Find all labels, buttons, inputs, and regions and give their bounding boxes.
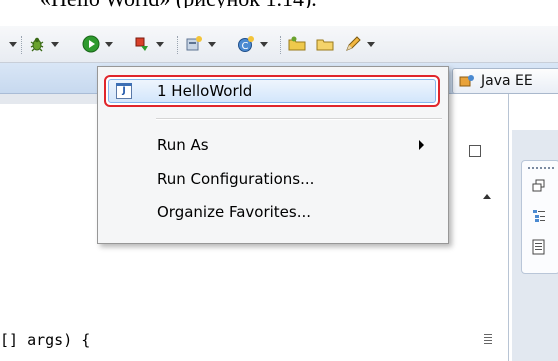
menu-item-label: 1 HelloWorld xyxy=(157,82,253,100)
scroll-up-icon[interactable] xyxy=(483,194,491,199)
run-dropdown-menu: J 1 HelloWorld Run As Run Configurations… xyxy=(97,66,449,244)
java-file-icon: J xyxy=(116,83,132,99)
menu-item-label: Run As xyxy=(157,136,209,154)
new-java-class-button[interactable]: C xyxy=(237,26,268,62)
toolbar-separator xyxy=(21,36,23,54)
external-tools-button[interactable] xyxy=(133,26,164,62)
menu-item-helloworld[interactable]: J 1 HelloWorld xyxy=(104,75,440,107)
view-tab-strip xyxy=(0,94,100,104)
main-toolbar: C xyxy=(0,26,558,63)
restore-icon[interactable] xyxy=(532,179,546,193)
menu-item-run-configurations[interactable]: Run Configurations... xyxy=(98,162,448,196)
chevron-down-icon[interactable] xyxy=(367,41,375,47)
chevron-down-icon[interactable] xyxy=(260,41,268,47)
menu-separator xyxy=(156,118,442,120)
open-type-button[interactable] xyxy=(288,26,306,62)
chevron-right-icon xyxy=(419,140,424,150)
drag-handle[interactable] xyxy=(528,167,554,169)
pencil-icon xyxy=(344,35,362,53)
chevron-down-icon[interactable] xyxy=(208,41,216,47)
new-class-icon: C xyxy=(237,35,255,53)
outline-icon[interactable] xyxy=(532,209,546,223)
perspective-label: Java EE xyxy=(481,73,533,89)
task-list-icon[interactable] xyxy=(532,239,546,255)
menu-item-label: Run Configurations... xyxy=(157,170,315,188)
open-folder-icon xyxy=(288,35,306,53)
perspective-java-ee[interactable]: Java EE xyxy=(452,68,558,94)
menu-item-run-as[interactable]: Run As xyxy=(98,128,448,162)
bug-icon xyxy=(28,35,46,53)
editor-border xyxy=(508,94,509,361)
java-ee-icon xyxy=(459,74,475,88)
open-project-button[interactable] xyxy=(316,26,334,62)
chevron-down-icon[interactable] xyxy=(51,41,59,47)
toolbar-separator xyxy=(280,36,282,54)
external-tools-icon xyxy=(133,35,151,53)
folder-icon xyxy=(316,35,334,53)
edit-button[interactable] xyxy=(344,26,375,62)
toolbar-separator xyxy=(177,36,179,54)
run-button[interactable] xyxy=(82,26,113,62)
debug-button[interactable] xyxy=(28,26,59,62)
run-icon xyxy=(82,35,100,53)
document-caption: «Hello World» (рисунок 1.14). xyxy=(40,0,558,8)
chevron-down-icon[interactable] xyxy=(105,41,113,47)
chevron-down-icon xyxy=(9,41,17,47)
menu-item-label: Organize Favorites... xyxy=(157,203,312,221)
code-line: [] args) { xyxy=(0,331,91,349)
chevron-down-icon[interactable] xyxy=(156,41,164,47)
toolbar-dropdown[interactable] xyxy=(4,26,17,62)
outline-view-minimized[interactable] xyxy=(521,160,558,274)
new-server-button[interactable] xyxy=(185,26,216,62)
server-icon xyxy=(185,35,203,53)
menu-item-organize-favorites[interactable]: Organize Favorites... xyxy=(98,195,448,229)
scrollbar-grip[interactable] xyxy=(484,334,492,344)
minimize-icon[interactable] xyxy=(469,145,481,157)
svg-text:C: C xyxy=(242,41,249,52)
